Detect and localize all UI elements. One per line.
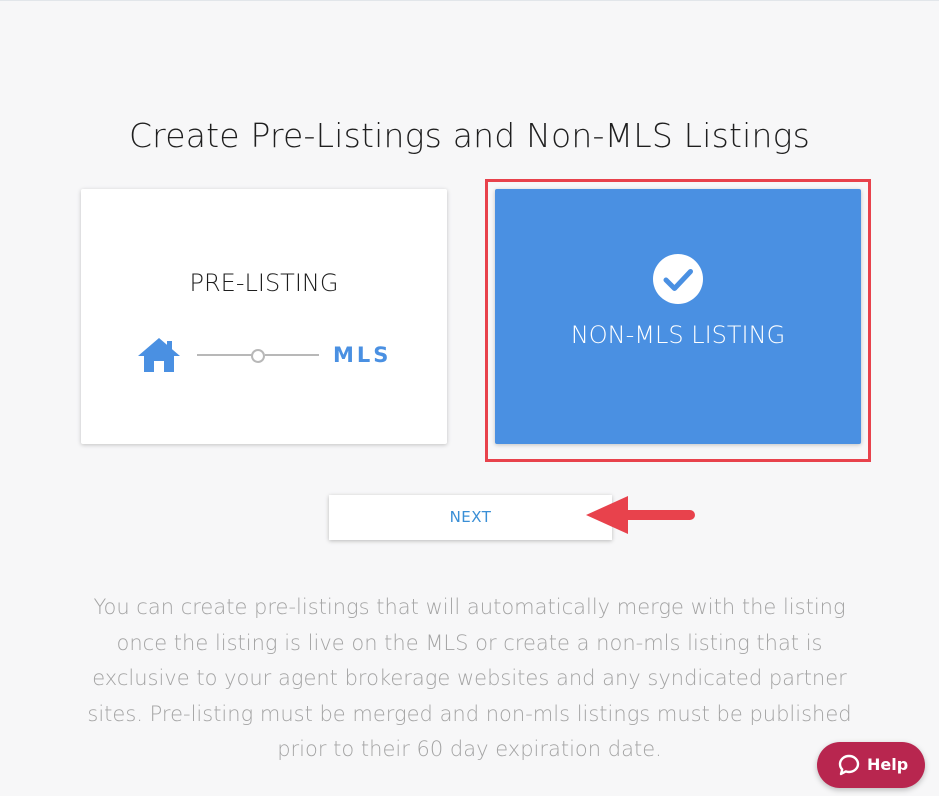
non-mls-listing-card[interactable]: NON-MLS LISTING <box>495 189 861 444</box>
non-mls-listing-label: NON-MLS LISTING <box>570 321 786 349</box>
chat-bubble-icon <box>838 754 860 776</box>
mls-label: MLS <box>333 343 392 367</box>
help-button[interactable]: Help <box>817 742 925 788</box>
pre-listing-label: PRE-LISTING <box>189 269 339 297</box>
home-icon <box>138 338 180 372</box>
page-title: Create Pre-Listings and Non-MLS Listings <box>128 116 811 155</box>
pre-listing-diagram: MLS <box>137 335 397 375</box>
top-divider <box>0 0 939 1</box>
help-label: Help <box>867 755 909 774</box>
pre-listing-card[interactable]: PRE-LISTING MLS <box>81 189 447 444</box>
connector-line-left <box>197 354 253 356</box>
checkmark-circle-icon <box>653 254 703 304</box>
description-text: You can create pre-listings that will au… <box>87 595 852 761</box>
connector-dot <box>251 349 265 363</box>
connector-line-right <box>265 354 319 356</box>
next-button[interactable]: NEXT <box>329 495 612 540</box>
arrow-annotation-icon <box>586 496 695 534</box>
